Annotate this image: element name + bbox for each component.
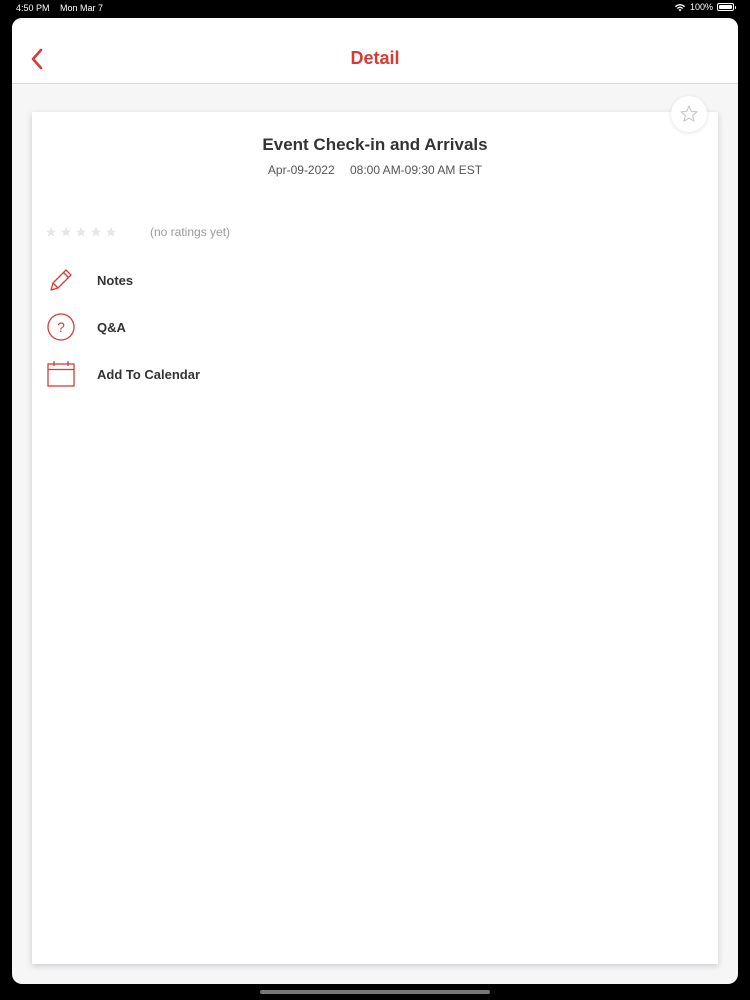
- notes-action[interactable]: Notes: [45, 264, 133, 296]
- battery-percent: 100%: [689, 2, 713, 12]
- event-date: Apr-09-2022: [267, 163, 335, 177]
- status-right: 100%: [674, 2, 736, 12]
- star-icon[interactable]: [105, 226, 117, 238]
- status-bar: 4:50 PM Mon Mar 7 100%: [0, 0, 750, 16]
- calendar-icon: [45, 358, 77, 390]
- rating-text: (no ratings yet): [150, 225, 231, 239]
- question-circle-icon: ?: [45, 311, 77, 343]
- battery-icon: [717, 3, 736, 11]
- app-screen: Detail Event Check-in and Arrivals Apr-0…: [12, 18, 738, 984]
- event-title: Event Check-in and Arrivals: [262, 135, 488, 154]
- notes-label: Notes: [97, 272, 134, 288]
- svg-text:?: ?: [57, 319, 65, 335]
- status-date: Mon Mar 7: [60, 3, 104, 13]
- home-indicator[interactable]: [260, 990, 490, 994]
- page-title: Detail: [350, 48, 400, 68]
- event-datetime: Apr-09-2022 08:00 AM-09:30 AM EST: [32, 163, 718, 177]
- rating-row[interactable]: (no ratings yet): [45, 224, 230, 240]
- favorite-button[interactable]: [671, 96, 707, 132]
- star-icon[interactable]: [60, 226, 72, 238]
- pencil-icon: [45, 264, 77, 296]
- add-to-calendar-action[interactable]: Add To Calendar: [45, 358, 200, 390]
- star-icon[interactable]: [45, 226, 57, 238]
- qa-action[interactable]: ? Q&A: [45, 311, 126, 343]
- add-to-calendar-label: Add To Calendar: [97, 366, 201, 382]
- star-outline-icon: [680, 105, 698, 122]
- event-detail-card: Event Check-in and Arrivals Apr-09-2022 …: [32, 96, 718, 964]
- star-icon[interactable]: [90, 226, 102, 238]
- star-icon[interactable]: [75, 226, 87, 238]
- rating-stars[interactable]: [45, 226, 117, 238]
- status-time: 4:50 PM: [16, 3, 50, 13]
- qa-label: Q&A: [97, 319, 126, 335]
- event-time-range: 08:00 AM-09:30 AM EST: [349, 163, 483, 177]
- nav-bar: Detail: [12, 18, 738, 84]
- wifi-icon: [674, 3, 685, 11]
